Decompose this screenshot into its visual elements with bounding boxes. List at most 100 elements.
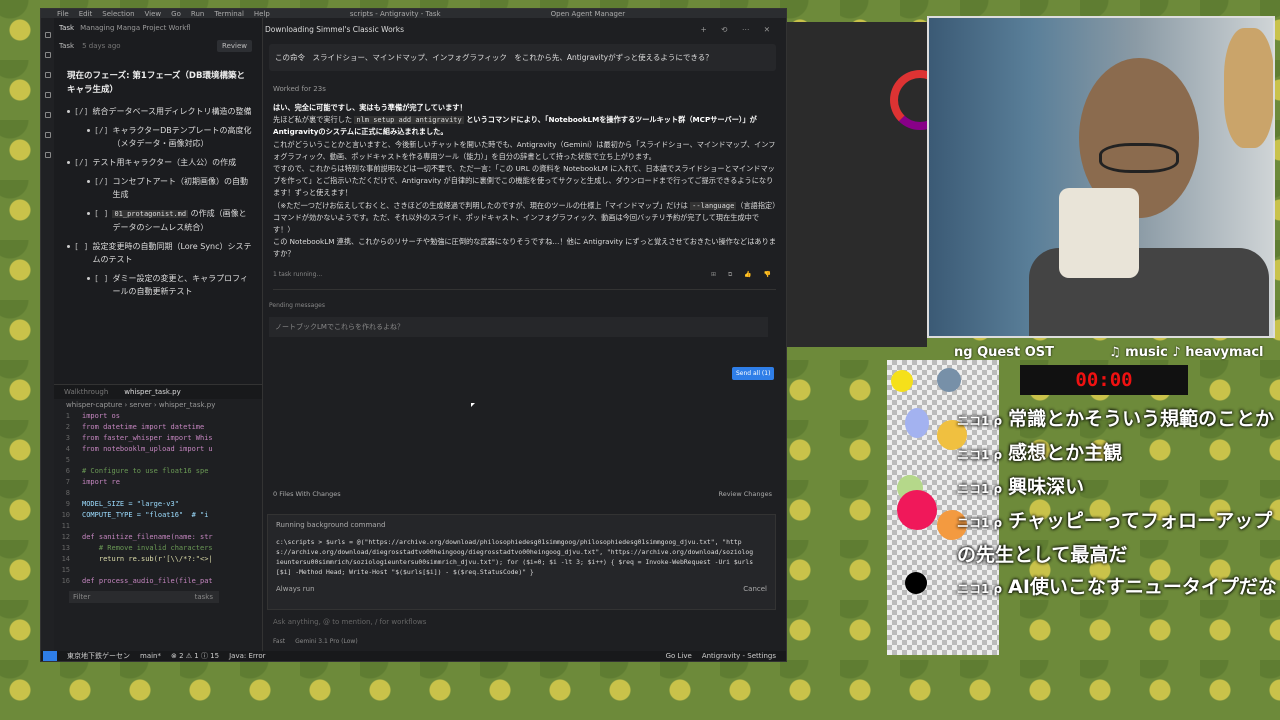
code-line: 3 from faster_whisper import Whis bbox=[54, 433, 262, 444]
comment-text: AI使いこなすニュータイプだな bbox=[1008, 576, 1277, 598]
todo-checkbox[interactable]: [ ] bbox=[74, 240, 88, 266]
status-problems[interactable]: ⊗ 2 ⚠ 1 ⓘ 15 bbox=[171, 651, 219, 661]
yellow-swatch bbox=[891, 370, 913, 392]
left-panel: Task Managing Manga Project Workfl Task … bbox=[41, 18, 263, 651]
mouse-cursor-icon bbox=[471, 403, 475, 407]
review-changes-button[interactable]: Review Changes bbox=[718, 490, 772, 498]
todo-item: [/] キャラクターDBテンプレートの高度化（メタデータ・画像対応） bbox=[67, 124, 254, 150]
filter-input[interactable]: Filter tasks bbox=[69, 591, 219, 603]
files-icon[interactable] bbox=[44, 32, 51, 38]
code-text: # Remove invalid characters bbox=[82, 544, 213, 552]
todo-checkbox[interactable]: [ ] bbox=[94, 272, 108, 298]
todo-label: 統合データベース用ディレクトリ構造の整備 bbox=[92, 107, 252, 116]
todo-checkbox[interactable]: [/] bbox=[94, 124, 108, 150]
line-number: 8 bbox=[65, 489, 70, 497]
todo-label: テスト用キャラクター（主人公）の作成 bbox=[92, 158, 237, 167]
code-area[interactable]: 1 import os 2 from datetime import datetime… bbox=[54, 411, 262, 587]
todo-checkbox[interactable]: [ ] bbox=[94, 207, 108, 234]
task-running: 1 task running... bbox=[273, 270, 323, 278]
menu-edit[interactable]: Edit bbox=[79, 10, 93, 18]
code-line: 15 bbox=[54, 565, 262, 576]
bullet-icon bbox=[87, 129, 90, 132]
tab-whisper-task[interactable]: whisper_task.py bbox=[124, 388, 180, 396]
todo-checkbox[interactable]: [/] bbox=[74, 156, 88, 169]
run-debug-icon[interactable] bbox=[44, 92, 51, 98]
menu-file[interactable]: File bbox=[57, 10, 69, 18]
agent-header-icons[interactable]: + ⟲ ⋯ ✕ bbox=[700, 25, 776, 34]
model-select[interactable]: Gemini 3.1 Pro (Low) bbox=[295, 638, 358, 645]
menu-run[interactable]: Run bbox=[191, 10, 204, 18]
window-title: scripts - Antigravity - Task bbox=[349, 9, 441, 18]
tasks-select[interactable]: tasks bbox=[195, 593, 213, 601]
code-text: return re.sub(r'[\\/*?:"<>| bbox=[82, 555, 213, 563]
task-header-title: Managing Manga Project Workfl bbox=[80, 24, 191, 32]
remote-icon[interactable] bbox=[43, 651, 57, 661]
pending-text: ノートブックLMでこれらを作れるよね？ bbox=[275, 322, 404, 331]
fast-toggle[interactable]: Fast bbox=[273, 638, 285, 645]
open-agent-manager[interactable]: Open Agent Manager bbox=[551, 10, 626, 18]
menu-view[interactable]: View bbox=[145, 10, 162, 18]
resp-line-6: この NotebookLM 連携、これからのリサーチや勉強に圧倒的な武器になりそ… bbox=[273, 237, 776, 259]
pending-message[interactable]: ノートブックLMでこれらを作れるよね？ bbox=[269, 316, 768, 337]
todo-checkbox[interactable]: [/] bbox=[94, 175, 108, 201]
comment-source: ニコ1 ρ bbox=[957, 482, 1003, 496]
files-with-changes[interactable]: 0 Files With Changes bbox=[273, 490, 341, 498]
chat-input[interactable]: Ask anything, @ to mention, / for workfl… bbox=[273, 618, 426, 626]
code-line: 1 import os bbox=[54, 411, 262, 422]
task-row-label: Task bbox=[59, 42, 75, 50]
todo-list: [/] 統合データベース用ディレクトリ構造の整備 [/] キャラクターDBテンプレート… bbox=[59, 105, 262, 298]
stream-overlay: ng Quest OST ♫ music ♪ heavymacl 00:00 ニ… bbox=[887, 345, 1280, 690]
menu-go[interactable]: Go bbox=[171, 10, 181, 18]
chat-comment: ニコ1 ρ 感想とか主観 bbox=[957, 437, 1277, 471]
code-line: 2 from datetime import datetime bbox=[54, 422, 262, 433]
webcam-feed bbox=[927, 16, 1275, 338]
send-all-button[interactable]: Send all (1) bbox=[732, 367, 775, 380]
comment-source: ニコ1 ρ bbox=[957, 448, 1003, 462]
menu-terminal[interactable]: Terminal bbox=[214, 10, 244, 18]
worked-duration[interactable]: Worked for 23s bbox=[273, 85, 786, 93]
code-text: import os bbox=[82, 412, 120, 420]
line-number: 10 bbox=[61, 511, 70, 519]
status-java[interactable]: Java: Error bbox=[229, 652, 265, 660]
todo-checkbox[interactable]: [/] bbox=[74, 105, 88, 118]
agent-icon[interactable] bbox=[44, 152, 51, 158]
status-branch[interactable]: 東京地下鉄ゲーセン bbox=[67, 651, 130, 661]
code-text: import re bbox=[82, 478, 120, 486]
divider bbox=[273, 288, 776, 290]
tab-walkthrough[interactable]: Walkthrough bbox=[64, 388, 108, 396]
todo-text: ダミー設定の変更と、キャラプロフィールの自動更新テスト bbox=[112, 272, 254, 298]
todo-text: キャラクターDBテンプレートの高度化（メタデータ・画像対応） bbox=[112, 124, 254, 150]
todo-item: [/] テスト用キャラクター（主人公）の作成 bbox=[67, 156, 254, 169]
todo-text: 01_protagonist.md の作成（画像とデータのシームレス統合） bbox=[112, 207, 254, 234]
status-main[interactable]: main* bbox=[140, 652, 161, 660]
todo-label: 設定変更時の自動同期（Lore Sync）システムのテスト bbox=[92, 242, 252, 264]
feedback-icons[interactable]: ⊞ ⧉ 👍 👎 bbox=[711, 271, 776, 279]
code-line: 13 # Remove invalid characters bbox=[54, 543, 262, 554]
always-run-button[interactable]: Always run bbox=[276, 585, 315, 593]
breadcrumb: whisper-capture › server › whisper_task.… bbox=[66, 401, 216, 409]
status-settings[interactable]: Antigravity - Settings bbox=[702, 652, 776, 660]
code-line: 5 bbox=[54, 455, 262, 466]
ide-window: File Edit Selection View Go Run Terminal… bbox=[40, 8, 787, 662]
comment-text: 感想とか主観 bbox=[1008, 442, 1123, 464]
review-button[interactable]: Review bbox=[217, 40, 252, 52]
resp-line-4: ですので、これからは特別な事前説明などは一切不要で、ただ一言：「この URL の… bbox=[273, 164, 775, 198]
extensions-icon[interactable] bbox=[44, 112, 51, 118]
agent-panel: Downloading Simmel's Classic Works + ⟲ ⋯… bbox=[263, 18, 786, 651]
line-number: 1 bbox=[65, 412, 70, 420]
cancel-button[interactable]: Cancel bbox=[743, 585, 767, 593]
chat-comment: ニコ1 ρ 興味深い bbox=[957, 471, 1277, 505]
testing-icon[interactable] bbox=[44, 132, 51, 138]
slate-swatch bbox=[937, 368, 961, 392]
bullet-icon bbox=[87, 212, 90, 215]
menu-selection[interactable]: Selection bbox=[102, 10, 134, 18]
todo-text: 統合データベース用ディレクトリ構造の整備 bbox=[92, 105, 251, 118]
code-line: 11 bbox=[54, 521, 262, 532]
bullet-icon bbox=[87, 180, 90, 183]
status-go-live[interactable]: Go Live bbox=[666, 652, 692, 660]
menu-help[interactable]: Help bbox=[254, 10, 270, 18]
glasses bbox=[1099, 143, 1179, 173]
source-control-icon[interactable] bbox=[44, 72, 51, 78]
line-number: 9 bbox=[65, 500, 70, 508]
search-icon[interactable] bbox=[44, 52, 51, 58]
